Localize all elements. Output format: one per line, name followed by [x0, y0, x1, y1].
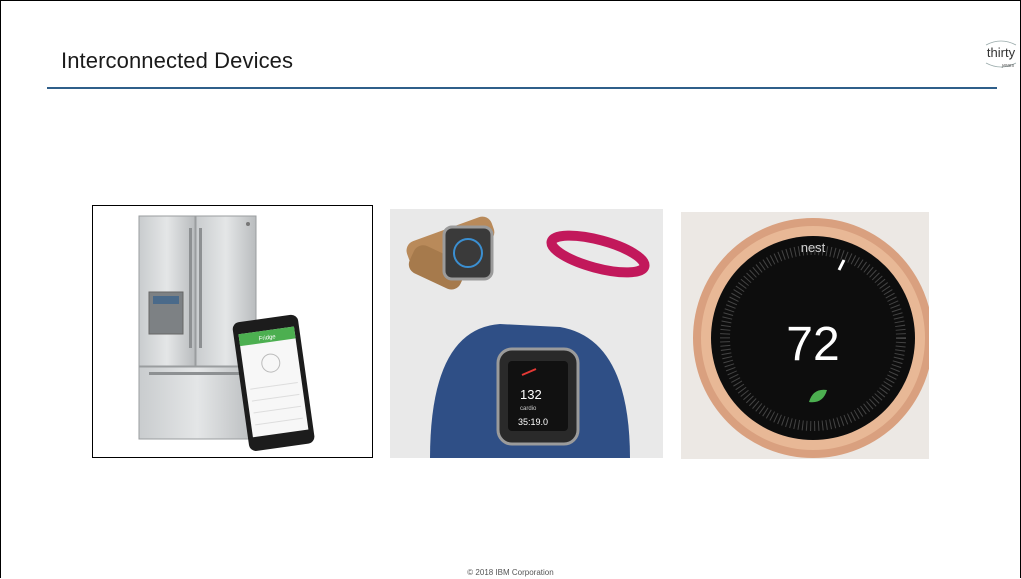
footer-copyright: © 2018 IBM Corporation — [467, 568, 554, 577]
thermostat-temperature: 72 — [786, 318, 839, 371]
logo-word-top: thirty — [987, 45, 1016, 60]
title-underline — [47, 87, 997, 89]
slide-title: Interconnected Devices — [61, 48, 294, 73]
tracker-heart-rate: 132 — [520, 387, 542, 402]
thirty-years-logo: thirty years — [982, 35, 1020, 75]
smart-fridge-image: Fridge — [92, 205, 373, 458]
tracker-zone-label: cardio — [520, 406, 537, 412]
wearables-image: 132 cardio 35:19.0 — [390, 209, 663, 458]
thermostat-brand: nest — [801, 240, 826, 255]
slide: Interconnected Devices thirty years Frid… — [0, 0, 1021, 578]
thermostat-image: nest 72 — [681, 212, 929, 459]
tracker-time: 35:19.0 — [518, 417, 548, 427]
logo-word-bottom: years — [1001, 63, 1015, 69]
